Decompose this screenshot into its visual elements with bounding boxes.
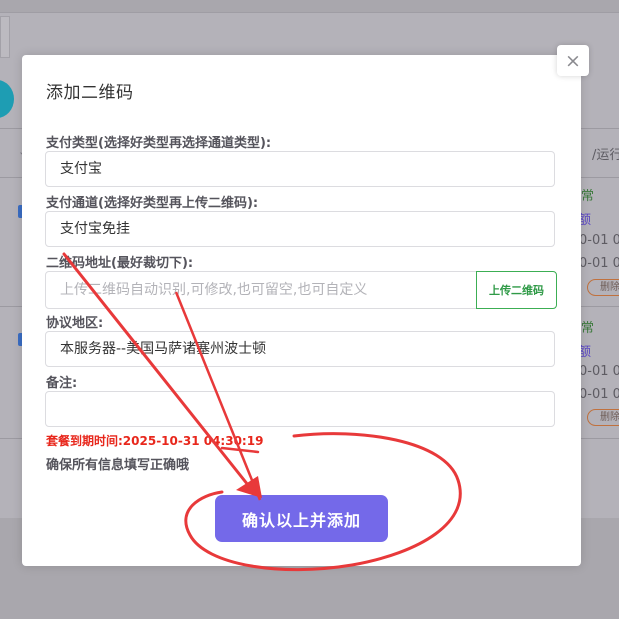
region-select[interactable]: 本服务器--美国马萨诸塞州波士顿 [45,331,555,367]
close-icon: × [565,49,581,72]
background-row-time: 0-01 0 [579,364,619,379]
pay-type-label: 支付类型(选择好类型再选择通道类型): [46,136,272,151]
background-row-time: 0-01 0 [579,387,619,402]
background-row-time: 0-01 0 [579,233,619,248]
close-modal-button[interactable]: × [557,45,589,76]
confirm-add-button[interactable]: 确认以上并添加 [215,495,388,542]
qr-address-label: 二维码地址(最好裁切下): [46,256,194,271]
background-row-status: 常 [581,321,595,336]
background-row-time: 0-01 0 [579,256,619,271]
remark-input[interactable] [45,391,555,427]
remark-label: 备注: [46,376,78,391]
background-left-block [0,16,10,58]
confirm-notice-text: 确保所有信息填写正确哦 [46,458,190,473]
region-label: 协议地区: [46,316,104,331]
background-header-text: /运行 [592,148,619,163]
add-qrcode-modal: 添加二维码 支付类型(选择好类型再选择通道类型): 支付宝 支付通道(选择好类型… [22,55,581,566]
pay-type-select[interactable]: 支付宝 [45,151,555,187]
background-delete-button: 删除 [587,279,619,296]
qr-address-input[interactable]: 上传二维码自动识别,可修改,也可留空,也可自定义 [45,271,477,309]
upload-qrcode-button[interactable]: 上传二维码 [476,271,557,309]
modal-title: 添加二维码 [46,83,134,103]
plan-expire-text: 套餐到期时间:2025-10-31 04:30:19 [46,434,264,448]
background-row-status: 常 [581,189,595,204]
pay-channel-select[interactable]: 支付宝免挂 [45,211,555,247]
background-delete-button: 删除 [587,409,619,426]
pay-channel-label: 支付通道(选择好类型再上传二维码): [46,196,259,211]
